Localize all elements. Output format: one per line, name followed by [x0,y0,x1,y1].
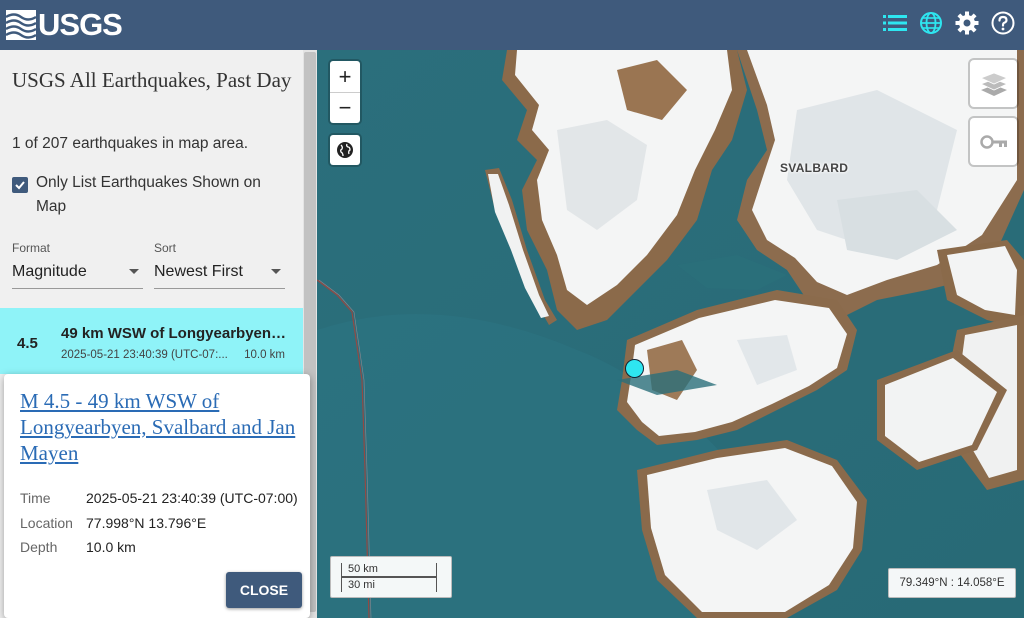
format-caption: Format [12,241,51,255]
gear-icon[interactable] [954,10,980,36]
list-icon[interactable] [882,10,908,36]
prop-key: Depth [20,539,58,555]
scale-bar: 50 km 30 mi [330,556,452,598]
popup-properties: Time 2025-05-21 23:40:39 (UTC-07:00) Loc… [20,490,298,564]
zoom-out-button[interactable]: − [330,92,360,123]
chevron-down-icon [129,269,139,274]
close-button[interactable]: CLOSE [226,572,302,608]
satellite-basemap [317,50,1024,618]
usgs-wave-icon [6,10,36,40]
globe-icon [337,142,353,158]
prop-key: Location [20,514,73,531]
prop-value: 2025-05-21 23:40:39 (UTC-07:00) [86,490,298,506]
popup-title-link[interactable]: M 4.5 - 49 km WSW of Longyearbyen, Svalb… [20,388,300,466]
earthquake-popup: M 4.5 - 49 km WSW of Longyearbyen, Svalb… [4,374,310,618]
zoom-control: + − [330,61,360,123]
usgs-logo[interactable]: USGS [6,7,123,42]
earthquake-count: 1 of 207 earthquakes in map area. [12,135,249,152]
chevron-down-icon [271,269,281,274]
zoom-in-button[interactable]: + [330,61,360,92]
only-list-shown-toggle[interactable]: Only List Earthquakes Shown on Map [12,171,292,219]
prop-row-time: Time 2025-05-21 23:40:39 (UTC-07:00) [20,490,298,515]
eq-magnitude: 4.5 [17,335,38,352]
world-view-button[interactable] [330,135,360,165]
scale-mi: 30 mi [341,577,437,592]
sort-value: Newest First [154,262,243,280]
format-select[interactable]: Format Magnitude [12,241,143,289]
sort-caption: Sort [154,241,177,255]
feed-title: USGS All Earthquakes, Past Day [12,68,292,92]
logo-text: USGS [38,7,123,42]
earthquake-marker[interactable] [625,359,644,378]
prop-row-location: Location 77.998°N 13.796°E [20,515,298,540]
app-header: USGS [0,0,1024,50]
map-view[interactable] [317,50,1024,618]
list-item[interactable]: 4.5 49 km WSW of Longyearbyen, Svalbard … [0,308,303,374]
sort-select[interactable]: Sort Newest First [154,241,285,289]
eq-depth: 10.0 km [244,349,285,361]
only-list-label: Only List Earthquakes Shown on Map [36,174,261,215]
format-value: Magnitude [12,262,87,280]
help-icon[interactable] [990,10,1016,36]
prop-value: 77.998°N 13.796°E [86,514,207,531]
key-icon [979,134,1007,149]
eq-place: 49 km WSW of Longyearbyen, Svalbard and … [61,325,287,342]
eq-time: 2025-05-21 23:40:39 (UTC-07:... [61,349,228,361]
layers-button[interactable] [970,60,1017,107]
globe-icon[interactable] [918,10,944,36]
map-region-label: SVALBARD [780,161,849,175]
legend-button[interactable] [970,118,1017,165]
scale-km: 50 km [341,563,437,577]
prop-value: 10.0 km [86,539,136,555]
layers-icon [979,72,1008,96]
checkbox-checked-icon[interactable] [12,177,28,193]
prop-key: Time [20,490,51,506]
prop-row-depth: Depth 10.0 km [20,539,298,564]
cursor-coordinates: 79.349°N : 14.058°E [888,568,1016,598]
